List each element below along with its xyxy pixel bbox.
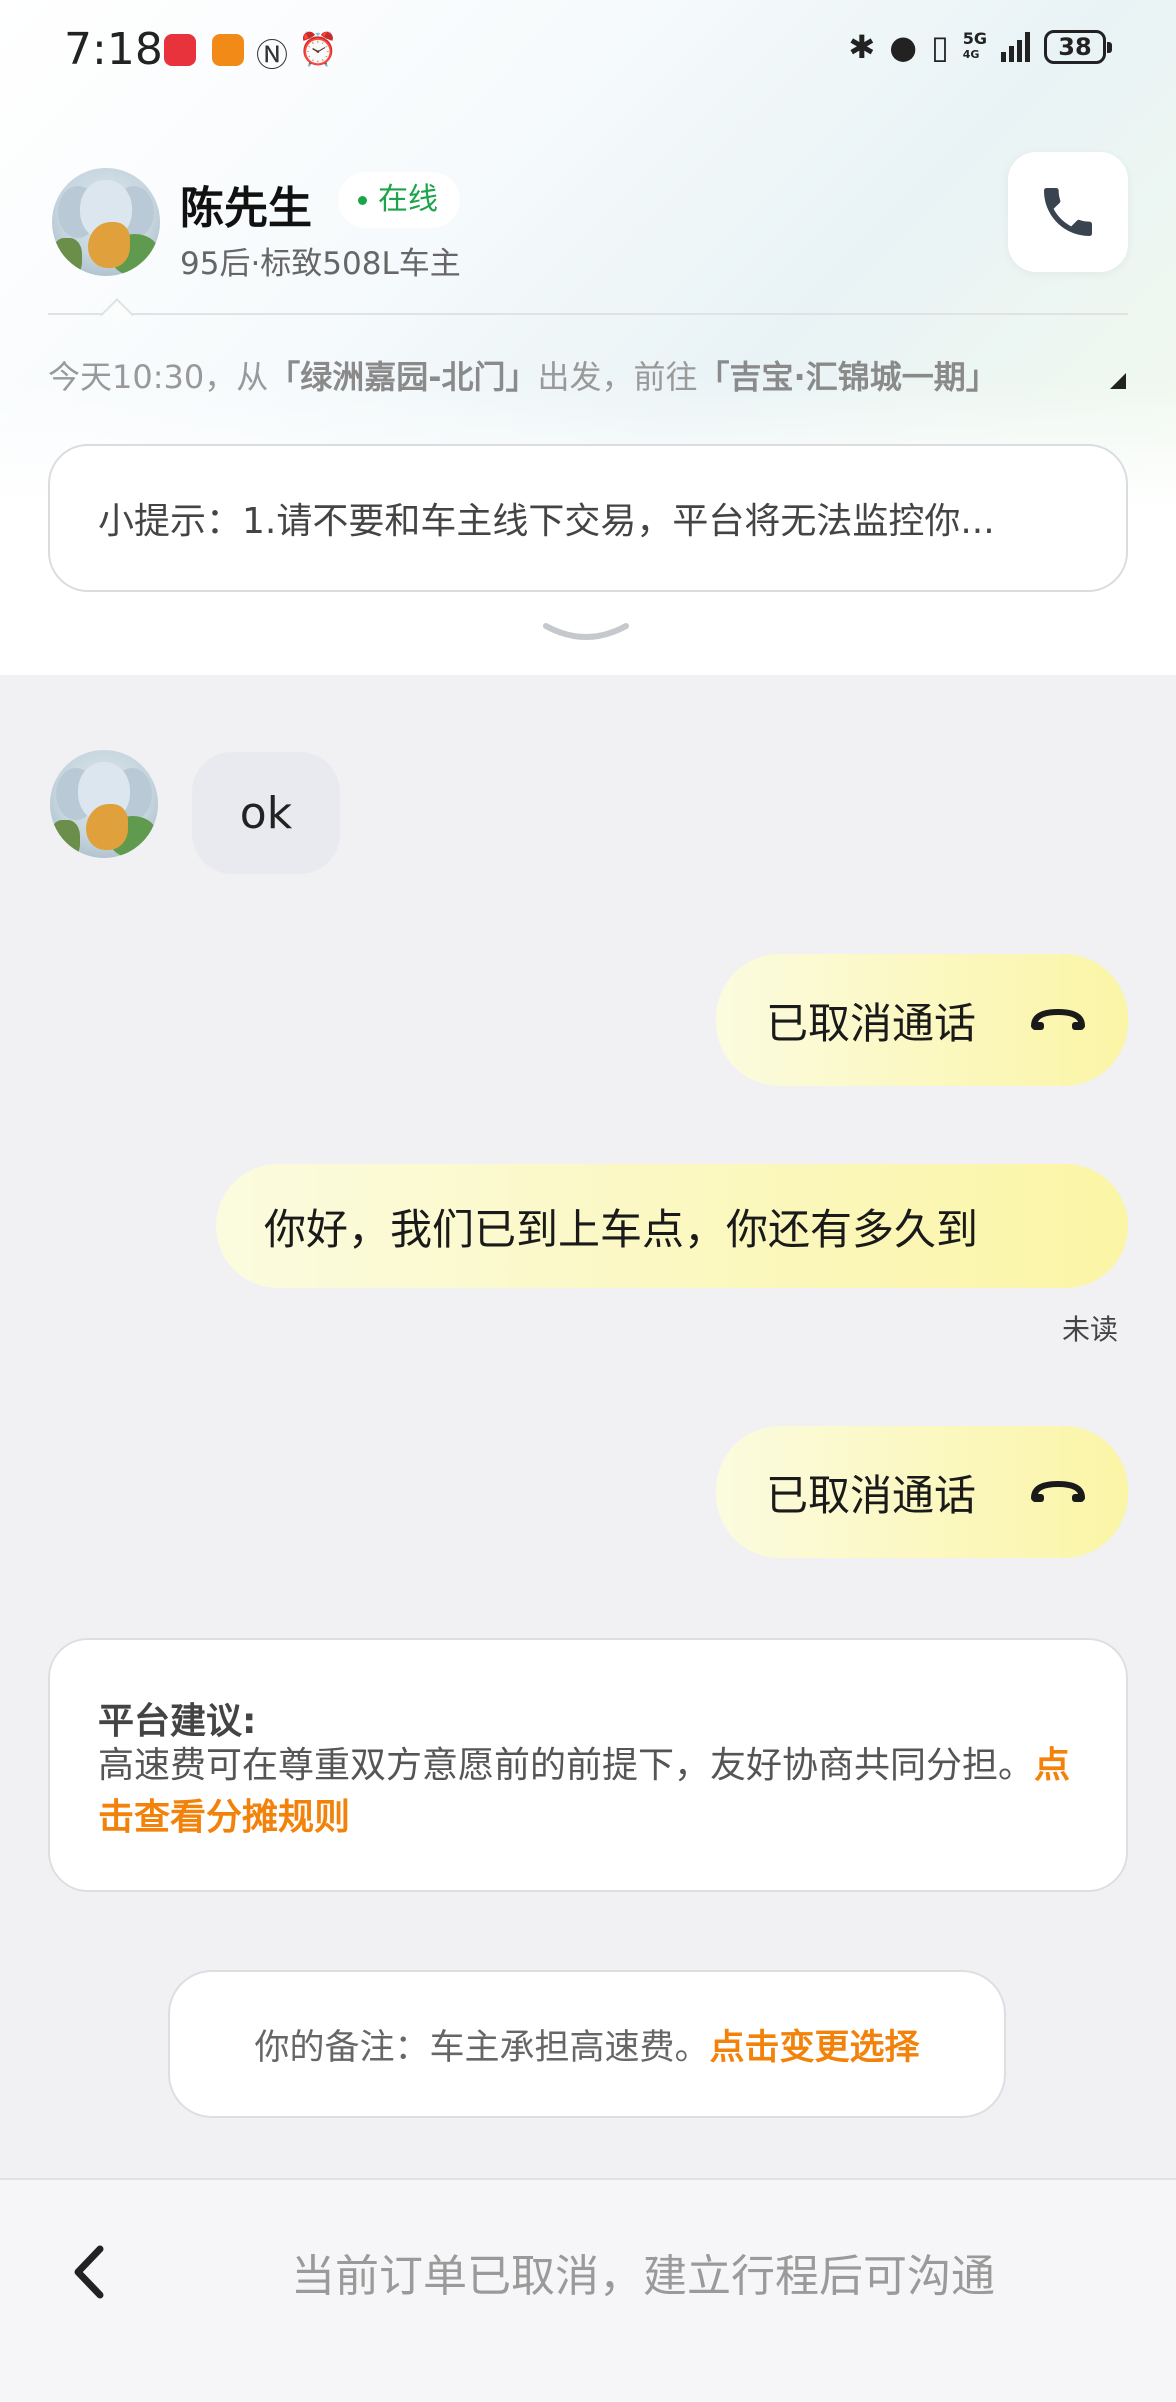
battery-level: 38 [1058, 33, 1092, 61]
chat-disabled-notice: 当前订单已取消，建立行程后可沟通 [291, 2251, 995, 2302]
signal-icon [1001, 32, 1030, 62]
trip-middle: 出发，前往 [537, 358, 698, 396]
online-dot-icon [358, 196, 367, 205]
outgoing-message[interactable]: 你好，我们已到上车点，你还有多久到 [216, 1164, 1128, 1288]
remark-text: 你的备注：车主承担高速费。 [254, 2027, 710, 2068]
bluetooth-icon: ✱ [848, 28, 876, 66]
suggestion-body: 高速费可在尊重双方意愿前的前提下，友好协商共同分担。点击查看分摊规则 [98, 1740, 1088, 1844]
contact-subtitle: 95后·标致508L车主 [180, 246, 461, 282]
header-divider [48, 313, 1128, 315]
notification-app-icon [164, 34, 196, 66]
trip-corner-icon [1110, 373, 1126, 389]
chevron-down-icon[interactable] [540, 618, 632, 648]
call-end-icon [1031, 1480, 1086, 1502]
call-record-text: 已取消通话 [766, 1470, 977, 1520]
status-time: 7:18 [64, 24, 163, 75]
trip-destination: 「吉宝·汇锦城一期」 [697, 358, 998, 396]
network-type: 5G [962, 29, 987, 48]
contact-avatar[interactable] [52, 168, 160, 276]
suggestion-title: 平台建议: [98, 1701, 257, 1742]
tip-text: 小提示：1.请不要和车主线下交易，平台将无法监控你... [98, 501, 995, 542]
remark-card: 你的备注：车主承担高速费。 点击变更选择 [168, 1970, 1006, 2118]
outgoing-call-record[interactable]: 已取消通话 [716, 1426, 1128, 1558]
read-status: 未读 [1061, 1313, 1118, 1346]
trip-origin: 「绿洲嘉园-北门」 [268, 358, 538, 396]
call-button[interactable] [1008, 152, 1128, 272]
platform-suggestion-card: 平台建议: 高速费可在尊重双方意愿前的前提下，友好协商共同分担。点击查看分摊规则 [48, 1638, 1128, 1892]
call-record-text: 已取消通话 [766, 998, 977, 1048]
outgoing-call-record[interactable]: 已取消通话 [716, 954, 1128, 1086]
online-status-text: 在线 [378, 182, 438, 217]
status-bar: 7:18 Ⓝ ⏰ ✱ ● ▯ 5G 4G 38 [0, 0, 1176, 100]
location-icon: ● [889, 28, 918, 66]
notification-app-icon [212, 34, 244, 66]
change-selection-link[interactable]: 点击变更选择 [710, 2019, 920, 2070]
bottom-bar: 当前订单已取消，建立行程后可沟通 [0, 2178, 1176, 2402]
tip-box[interactable]: 小提示：1.请不要和车主线下交易，平台将无法监控你... [48, 444, 1128, 592]
call-end-icon [1031, 1008, 1086, 1030]
network-subtype: 4G [962, 48, 980, 61]
alarm-icon: ⏰ [298, 30, 338, 68]
incoming-message[interactable]: ok [192, 752, 340, 874]
suggestion-text: 高速费可在尊重双方意愿前的前提下，友好协商共同分担。 [98, 1745, 1035, 1786]
trip-prefix: 今天10:30，从 [48, 358, 269, 396]
contact-avatar[interactable] [50, 750, 158, 858]
trip-info: 今天10:30，从「绿洲嘉园-北门」出发，前往「吉宝·汇锦城一期」 [48, 352, 1128, 398]
phone-icon [1044, 188, 1092, 236]
vibrate-icon: ▯ [931, 28, 949, 66]
online-status-badge: 在线 [338, 172, 460, 228]
contact-name: 陈先生 [180, 183, 312, 234]
battery-icon: 38 [1044, 30, 1112, 64]
nfc-icon: Ⓝ [256, 36, 289, 74]
